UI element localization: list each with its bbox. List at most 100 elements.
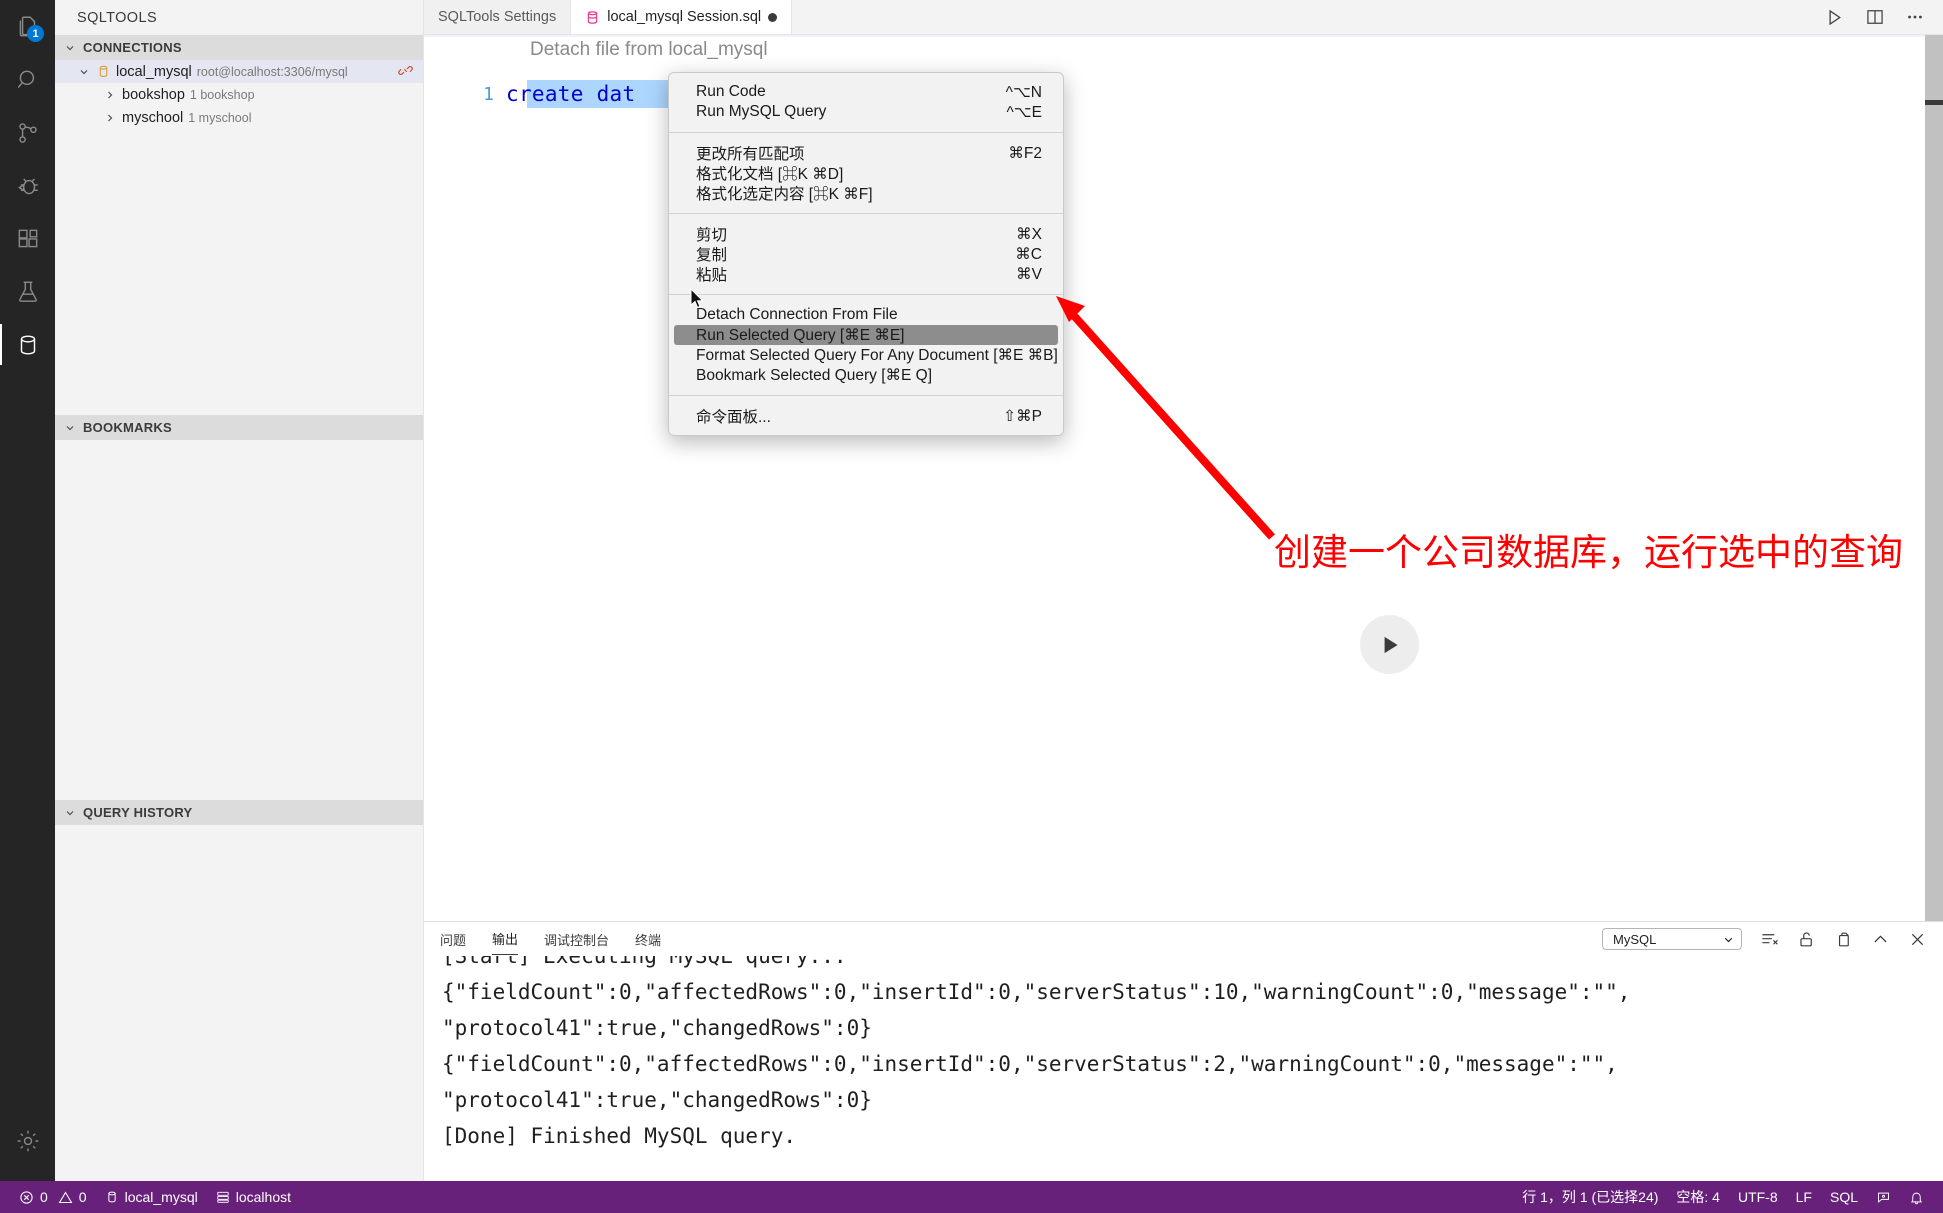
status-problems[interactable]: 0 0 — [10, 1181, 96, 1213]
ctx-item-command-palette[interactable]: 命令面板... ⇧⌘P — [674, 406, 1058, 427]
activity-item-source-control[interactable] — [0, 106, 55, 159]
ctx-group-0: Run Code ^⌥N Run MySQL Query ^⌥E — [669, 78, 1063, 126]
ctx-item-shortcut: ⌘V — [1016, 265, 1042, 283]
tree-item-description: 1 bookshop — [189, 87, 255, 102]
scrollbar-thumb[interactable] — [1925, 100, 1943, 105]
activity-item-explorer[interactable]: 1 — [0, 0, 55, 53]
ctx-item-run-code[interactable]: Run Code ^⌥N — [674, 82, 1058, 102]
output-content[interactable]: [Start] Executing MySQL query... {"field… — [424, 956, 1943, 1181]
activity-item-testing[interactable] — [0, 265, 55, 318]
ctx-item-shortcut: ^⌥E — [1006, 103, 1042, 121]
status-editor-position[interactable]: 行 1，列 1 (已选择24) — [1513, 1181, 1667, 1213]
ellipsis-icon[interactable] — [1905, 7, 1925, 27]
activity-item-search[interactable] — [0, 53, 55, 106]
ctx-item-label: Run Selected Query [⌘E ⌘E] — [696, 326, 905, 344]
output-channel-select[interactable]: MySQL — [1602, 928, 1742, 950]
chevron-right-icon[interactable] — [103, 88, 117, 102]
editor-top-accent — [424, 35, 1943, 37]
ctx-item-copy[interactable]: 复制 ⌘C — [674, 244, 1058, 265]
ctx-item-format-selection[interactable]: 格式化选定内容 [⌘K ⌘F] — [674, 183, 1058, 203]
unlock-icon[interactable] — [1797, 930, 1816, 949]
status-sqltools-connection[interactable]: local_mysql — [96, 1181, 207, 1213]
activity-item-run-and-debug[interactable] — [0, 159, 55, 212]
close-icon[interactable] — [1908, 930, 1927, 949]
activity-item-extensions[interactable] — [0, 212, 55, 265]
error-icon — [19, 1190, 34, 1205]
section-label: BOOKMARKS — [83, 420, 172, 435]
tree-item-description: root@localhost:3306/mysql — [196, 64, 348, 79]
status-language-mode[interactable]: SQL — [1821, 1181, 1867, 1213]
chevron-up-icon[interactable] — [1871, 930, 1890, 949]
status-remote-host[interactable]: localhost — [207, 1181, 300, 1213]
activity-item-manage[interactable] — [0, 1114, 55, 1167]
status-eol[interactable]: LF — [1787, 1181, 1821, 1213]
ctx-item-run-mysql-query[interactable]: Run MySQL Query ^⌥E — [674, 102, 1058, 122]
ctx-item-label: 更改所有匹配项 — [696, 146, 805, 163]
panel-tab-terminal[interactable]: 终端 — [635, 924, 661, 955]
code-text[interactable]: create dat — [506, 82, 635, 106]
chevron-down-icon — [63, 806, 77, 820]
sidebar-section-connections[interactable]: CONNECTIONS — [55, 35, 423, 60]
editor-vertical-scrollbar[interactable] — [1925, 35, 1943, 921]
panel-actions: MySQL — [1602, 922, 1927, 956]
ctx-item-run-selected-query[interactable]: Run Selected Query [⌘E ⌘E] — [674, 325, 1058, 345]
clear-output-icon[interactable] — [1760, 930, 1779, 949]
panel-tab-debug-console[interactable]: 调试控制台 — [544, 924, 609, 955]
ctx-item-shortcut: ^⌥N — [1005, 83, 1042, 101]
activity-item-sqltools[interactable] — [0, 318, 55, 371]
chevron-right-icon[interactable] — [103, 111, 117, 125]
sidebar-section-query-history[interactable]: QUERY HISTORY — [55, 800, 423, 825]
tree-item-myschool[interactable]: myschool 1 myschool — [55, 106, 423, 129]
status-notifications[interactable] — [1900, 1181, 1933, 1213]
split-editor-icon[interactable] — [1865, 7, 1885, 27]
tree-item-description: 1 myschool — [188, 110, 252, 125]
feedback-icon — [1876, 1190, 1891, 1205]
status-feedback[interactable] — [1867, 1181, 1900, 1213]
sidebar-title: SQLTOOLS — [77, 9, 158, 26]
ctx-item-change-all-occurrences[interactable]: 更改所有匹配项 ⌘F2 — [674, 143, 1058, 164]
ctx-item-label: Run Code — [696, 83, 766, 100]
chevron-down-icon — [1722, 933, 1735, 946]
tree-item-local-mysql[interactable]: local_mysql root@localhost:3306/mysql — [55, 60, 423, 83]
ctx-item-detach-connection-from-file[interactable]: Detach Connection From File — [674, 305, 1058, 325]
ctx-item-shortcut: ⌘C — [1015, 245, 1042, 263]
explorer-badge: 1 — [27, 25, 44, 42]
search-icon — [15, 67, 41, 93]
tab-label: local_mysql Session.sql — [607, 9, 762, 25]
codelens-detach-file[interactable]: Detach file from local_mysql — [530, 39, 768, 61]
play-icon[interactable] — [1824, 7, 1845, 28]
connections-tree: local_mysql root@localhost:3306/mysql bo… — [55, 60, 423, 129]
ctx-item-bookmark-selected-query[interactable]: Bookmark Selected Query [⌘E Q] — [674, 365, 1058, 385]
sidebar-section-bookmarks[interactable]: BOOKMARKS — [55, 415, 423, 440]
disconnect-icon[interactable] — [398, 63, 413, 78]
section-label: CONNECTIONS — [83, 40, 182, 55]
section-label: QUERY HISTORY — [83, 805, 193, 820]
ctx-item-paste[interactable]: 粘贴 ⌘V — [674, 264, 1058, 285]
ctx-item-format-document[interactable]: 格式化文档 [⌘K ⌘D] — [674, 163, 1058, 183]
sidebar: SQLTOOLS CONNECTIONS local_mysql root@lo… — [55, 0, 424, 1181]
play-icon — [1377, 632, 1403, 658]
run-query-overlay-button[interactable] — [1360, 615, 1419, 674]
ctx-separator — [669, 213, 1063, 214]
status-indentation[interactable]: 空格: 4 — [1667, 1181, 1729, 1213]
ctx-item-shortcut: ⇧⌘P — [1003, 407, 1042, 425]
editor-area[interactable]: Detach file from local_mysql 1 create da… — [424, 35, 1943, 921]
tab-bar: SQLTools Settings local_mysql Session.sq… — [424, 0, 1943, 35]
tab-sqltools-settings[interactable]: SQLTools Settings — [424, 0, 572, 34]
editor-context-menu: Run Code ^⌥N Run MySQL Query ^⌥E 更改所有匹配项… — [668, 72, 1064, 436]
ctx-item-label: 格式化文档 [⌘K ⌘D] — [696, 166, 844, 183]
status-encoding[interactable]: UTF-8 — [1729, 1181, 1787, 1213]
ctx-item-format-selected-query[interactable]: Format Selected Query For Any Document [… — [674, 345, 1058, 365]
ctx-item-shortcut: ⌘X — [1016, 225, 1042, 243]
tab-local-mysql-session-sql[interactable]: local_mysql Session.sql — [571, 0, 793, 34]
panel-tab-output[interactable]: 输出 — [492, 923, 519, 955]
panel-tab-problems[interactable]: 问题 — [440, 924, 466, 955]
ctx-item-cut[interactable]: 剪切 ⌘X — [674, 224, 1058, 245]
status-problems-warnings: 0 — [78, 1189, 87, 1205]
tree-item-bookshop[interactable]: bookshop 1 bookshop — [55, 83, 423, 106]
mouse-cursor-icon — [690, 288, 706, 310]
open-editor-icon[interactable] — [1834, 930, 1853, 949]
tab-dirty-indicator[interactable] — [768, 12, 778, 22]
chevron-down-icon[interactable] — [77, 65, 91, 79]
ctx-item-label: 剪切 — [696, 227, 728, 244]
